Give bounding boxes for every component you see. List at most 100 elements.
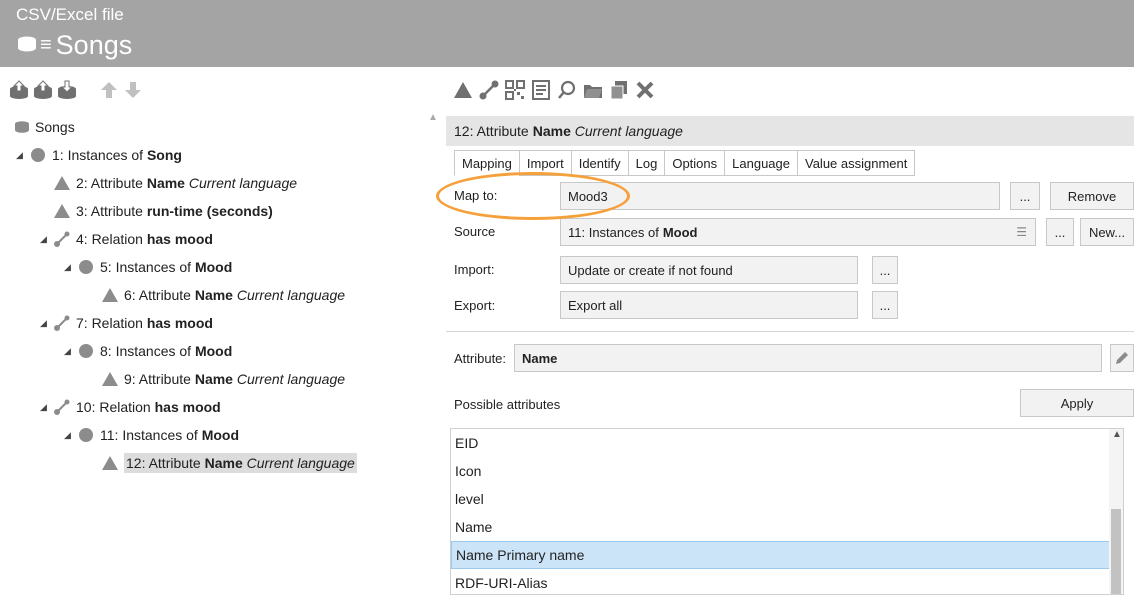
database-icon xyxy=(16,33,38,58)
arrow-down-icon[interactable] xyxy=(122,78,144,102)
map-to-label: Map to: xyxy=(454,188,498,203)
list-item[interactable]: level xyxy=(451,485,1123,513)
list-item-selected[interactable]: Name Primary name xyxy=(451,541,1123,569)
collapse-icon[interactable]: ◢ xyxy=(64,262,76,273)
source-field[interactable]: 11: Instances of Mood ☰ xyxy=(560,218,1036,246)
list-scrollbar[interactable]: ▲ xyxy=(1109,429,1123,594)
collapse-icon[interactable]: ◢ xyxy=(64,346,76,357)
tree-node-label: 1: Instances of Song xyxy=(52,147,182,163)
collapse-icon[interactable]: ◢ xyxy=(16,150,28,161)
list-icon: ☰ xyxy=(1016,225,1027,239)
tree-node-label: 11: Instances of Mood xyxy=(100,427,240,443)
tree-toolbar xyxy=(8,76,144,104)
map-to-browse-button[interactable]: ... xyxy=(1010,182,1040,210)
tree-node-12[interactable]: 12: Attribute Name Current language xyxy=(100,450,357,476)
attribute-triangle-icon xyxy=(100,453,120,473)
panel-title-prefix: 12: Attribute xyxy=(454,123,529,139)
scroll-up-icon[interactable]: ▲ xyxy=(1112,429,1122,440)
panel-toolbar xyxy=(452,76,656,104)
search-icon[interactable] xyxy=(556,78,578,102)
delete-x-icon[interactable] xyxy=(634,78,656,102)
scroll-thumb[interactable] xyxy=(1111,509,1121,594)
possible-attributes-label: Possible attributes xyxy=(454,397,561,412)
edit-pencil-icon[interactable] xyxy=(1110,344,1134,372)
source-prefix: 11: Instances of xyxy=(568,224,659,240)
tree-node-label: 2: Attribute Name Current language xyxy=(76,175,298,191)
tree-node-label: 7: Relation has mood xyxy=(76,315,213,331)
panel-title-bold: Name xyxy=(532,123,571,139)
list-item[interactable]: RDF-URI-Alias xyxy=(451,569,1123,594)
copy-icon[interactable] xyxy=(608,78,630,102)
collapse-icon[interactable]: ◢ xyxy=(40,318,52,329)
qr-icon[interactable] xyxy=(504,78,526,102)
attribute-triangle-icon xyxy=(100,285,120,305)
arrow-up-icon[interactable] xyxy=(98,78,120,102)
tab-options[interactable]: Options xyxy=(664,150,725,176)
document-icon[interactable] xyxy=(530,78,552,102)
tree-node-4[interactable]: ◢ 4: Relation has mood xyxy=(40,226,213,252)
db-upload-2-icon[interactable] xyxy=(32,78,54,102)
source-label: Source xyxy=(454,224,496,239)
source-bold: Mood xyxy=(662,224,698,240)
tree-node-label: 9: Attribute Name Current language xyxy=(124,371,346,387)
tree-node-11[interactable]: ◢ 11: Instances of Mood xyxy=(64,422,239,448)
attribute-triangle-icon xyxy=(100,369,120,389)
possible-attributes-list[interactable]: EID Icon level Name Name Primary name RD… xyxy=(450,428,1124,595)
export-browse-button[interactable]: ... xyxy=(872,291,898,319)
divider xyxy=(446,331,1134,332)
collapse-icon[interactable]: ◢ xyxy=(64,430,76,441)
tree-node-10[interactable]: ◢ 10: Relation has mood xyxy=(40,394,221,420)
tree-node-8[interactable]: ◢ 8: Instances of Mood xyxy=(64,338,232,364)
import-select[interactable]: Update or create if not found xyxy=(560,256,858,284)
tree-node-7[interactable]: ◢ 7: Relation has mood xyxy=(40,310,213,336)
new-button[interactable]: New... xyxy=(1080,218,1134,246)
list-item[interactable]: Icon xyxy=(451,457,1123,485)
tab-identify[interactable]: Identify xyxy=(570,150,628,176)
relation-icon[interactable] xyxy=(478,78,500,102)
tab-log[interactable]: Log xyxy=(627,150,665,176)
attribute-label: Attribute: xyxy=(454,351,507,366)
folder-icon[interactable] xyxy=(582,78,604,102)
import-browse-button[interactable]: ... xyxy=(872,256,898,284)
tree-node-label: 10: Relation has mood xyxy=(76,399,221,415)
header-title-row: ≡ Songs xyxy=(16,30,132,61)
db-upload-icon[interactable] xyxy=(8,78,30,102)
db-download-icon[interactable] xyxy=(56,78,78,102)
header-bar: CSV/Excel file ≡ Songs xyxy=(0,0,1134,67)
tree-root[interactable]: Songs xyxy=(12,114,75,140)
tab-value-assignment[interactable]: Value assignment xyxy=(797,150,916,176)
tree-node-label: 8: Instances of Mood xyxy=(100,343,233,359)
collapse-icon[interactable]: ◢ xyxy=(40,402,52,413)
relation-icon xyxy=(52,397,72,417)
mapping-panel: 12: Attribute Name Current language Mapp… xyxy=(446,112,1134,595)
tree-node-5[interactable]: ◢ 5: Instances of Mood xyxy=(64,254,232,280)
export-select[interactable]: Export all xyxy=(560,291,858,319)
import-label: Import: xyxy=(454,262,495,277)
tree-node-1[interactable]: ◢ 1: Instances of Song xyxy=(16,142,182,168)
tree-node-label: 5: Instances of Mood xyxy=(100,259,233,275)
tree-node-label: 3: Attribute run-time (seconds) xyxy=(76,203,273,219)
instances-circle-icon xyxy=(76,341,96,361)
tab-mapping[interactable]: Mapping xyxy=(454,150,519,176)
tree-node-6[interactable]: 6: Attribute Name Current language xyxy=(100,282,345,308)
tree-node-9[interactable]: 9: Attribute Name Current language xyxy=(100,366,345,392)
map-to-field[interactable]: Mood3 xyxy=(560,182,1000,210)
source-browse-button[interactable]: ... xyxy=(1046,218,1074,246)
list-item[interactable]: Name xyxy=(451,513,1123,541)
remove-button[interactable]: Remove xyxy=(1050,182,1134,210)
mapping-tree: Songs ◢ 1: Instances of Song 2: Attribut… xyxy=(0,112,420,595)
export-label: Export: xyxy=(454,298,496,313)
tree-node-label: 6: Attribute Name Current language xyxy=(124,287,346,303)
instances-circle-icon xyxy=(76,257,96,277)
menu-icon[interactable]: ≡ xyxy=(40,34,52,57)
attribute-field[interactable]: Name xyxy=(514,344,1102,372)
collapse-icon[interactable]: ◢ xyxy=(40,234,52,245)
apply-button[interactable]: Apply xyxy=(1020,389,1134,417)
tab-language[interactable]: Language xyxy=(724,150,797,176)
list-item[interactable]: EID xyxy=(451,429,1123,457)
tree-node-3[interactable]: 3: Attribute run-time (seconds) xyxy=(52,198,273,224)
attribute-triangle-icon[interactable] xyxy=(452,78,474,102)
tree-node-2[interactable]: 2: Attribute Name Current language xyxy=(52,170,297,196)
tab-import[interactable]: Import xyxy=(518,150,571,176)
scroll-up-icon[interactable]: ▲ xyxy=(428,112,438,123)
